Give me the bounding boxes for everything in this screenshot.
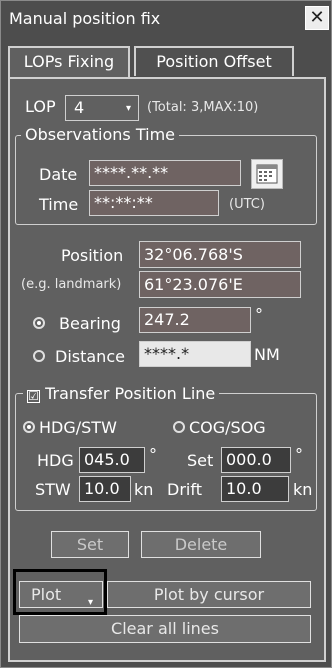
set-button[interactable]: Set bbox=[51, 531, 129, 558]
transfer-position-line-legend: ☑ Transfer Position Line bbox=[23, 384, 220, 403]
distance-unit: NM bbox=[254, 345, 280, 364]
stw-label: STW bbox=[35, 480, 71, 499]
distance-field[interactable]: ****.* bbox=[139, 341, 251, 367]
hdg-field[interactable]: 045.0 bbox=[79, 447, 145, 473]
lop-select[interactable]: 4 ▾ bbox=[65, 95, 139, 121]
date-label: Date bbox=[39, 165, 78, 184]
set-label: Set bbox=[187, 451, 214, 470]
tab-position-offset[interactable]: Position Offset bbox=[134, 46, 294, 76]
observations-time-legend: Observations Time bbox=[21, 125, 180, 144]
distance-label: Distance bbox=[55, 347, 125, 366]
date-field[interactable]: ****.**.** bbox=[89, 160, 241, 186]
time-label: Time bbox=[39, 195, 79, 214]
transfer-position-line-label: Transfer Position Line bbox=[45, 384, 216, 403]
cog-sog-label: COG/SOG bbox=[189, 418, 266, 437]
set-unit: ° bbox=[295, 445, 303, 464]
hdg-stw-radio[interactable] bbox=[23, 421, 35, 433]
calendar-icon bbox=[256, 164, 278, 184]
stw-field[interactable]: 10.0 bbox=[79, 476, 131, 502]
lop-label: LOP bbox=[25, 97, 56, 116]
chevron-down-icon: ▾ bbox=[126, 103, 132, 114]
lop-total-text: (Total: 3,MAX:10) bbox=[147, 100, 259, 115]
example-landmark-label: (e.g. landmark) bbox=[21, 277, 122, 292]
calendar-button[interactable] bbox=[251, 159, 283, 189]
position-label: Position bbox=[61, 246, 124, 265]
drift-unit: kn bbox=[293, 480, 313, 499]
distance-radio[interactable] bbox=[33, 350, 45, 362]
bearing-radio[interactable] bbox=[33, 317, 45, 329]
time-unit-utc: (UTC) bbox=[229, 197, 265, 212]
plot-dropdown[interactable]: Plot ▾ bbox=[19, 581, 103, 608]
manual-position-fix-dialog: Manual position fix ✕ LOPs Fixing Positi… bbox=[0, 0, 332, 668]
chevron-down-icon: ▾ bbox=[88, 597, 94, 608]
hdg-unit: ° bbox=[149, 445, 157, 464]
tab-lops-fixing[interactable]: LOPs Fixing bbox=[8, 46, 130, 79]
lop-select-value: 4 bbox=[74, 98, 85, 117]
transfer-checkbox[interactable]: ☑ bbox=[27, 390, 40, 403]
plot-by-cursor-button[interactable]: Plot by cursor bbox=[107, 581, 311, 608]
clear-all-lines-button[interactable]: Clear all lines bbox=[19, 615, 311, 643]
set-field[interactable]: 000.0 bbox=[221, 447, 291, 473]
window-title: Manual position fix bbox=[9, 9, 161, 28]
close-icon: ✕ bbox=[309, 7, 325, 28]
cog-sog-radio[interactable] bbox=[173, 421, 185, 433]
stw-unit: kn bbox=[134, 480, 154, 499]
bearing-field[interactable]: 247.2 bbox=[139, 307, 251, 333]
hdg-stw-label: HDG/STW bbox=[39, 418, 117, 437]
hdg-label: HDG bbox=[37, 451, 74, 470]
close-button[interactable]: ✕ bbox=[305, 6, 329, 30]
position-latitude-field[interactable]: 32°06.768'S bbox=[139, 241, 301, 268]
position-longitude-field[interactable]: 61°23.076'E bbox=[139, 271, 301, 298]
plot-dropdown-label: Plot bbox=[31, 585, 62, 604]
delete-button[interactable]: Delete bbox=[141, 531, 261, 558]
bearing-label: Bearing bbox=[59, 314, 121, 333]
drift-label: Drift bbox=[167, 480, 202, 499]
drift-field[interactable]: 10.0 bbox=[221, 476, 289, 502]
time-field[interactable]: **:**:** bbox=[89, 190, 219, 216]
bearing-unit: ° bbox=[255, 305, 263, 324]
